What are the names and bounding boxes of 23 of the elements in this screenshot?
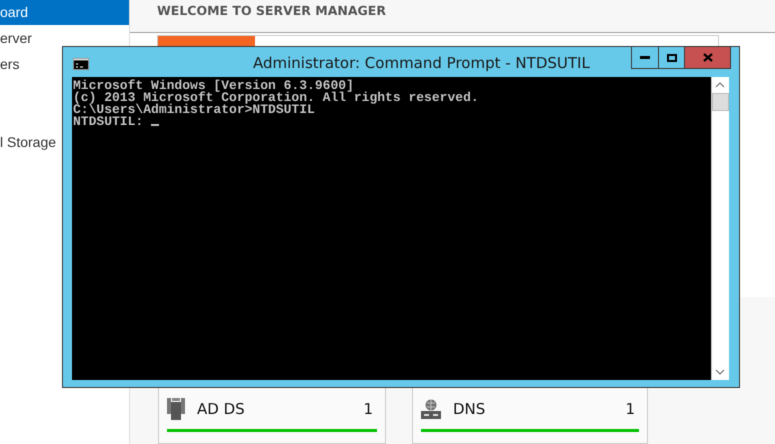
tile-count: 1 — [363, 400, 373, 418]
tile-title: AD DS — [197, 400, 246, 418]
console-line: C:\Users\Administrator>NTDSUTIL — [73, 102, 315, 117]
sidebar-item[interactable]: ers — [0, 52, 20, 77]
text-cursor — [151, 124, 160, 126]
tile-title: DNS — [453, 400, 486, 418]
console-icon — [73, 58, 89, 70]
minimize-icon — [640, 56, 650, 59]
sidebar-item[interactable]: erver — [0, 26, 32, 51]
console-prompt: NTDSUTIL: — [73, 114, 144, 129]
page-title: WELCOME TO SERVER MANAGER — [157, 3, 386, 18]
close-button[interactable] — [684, 47, 730, 68]
console-line: Microsoft Windows [Version 6.3.9600] — [73, 78, 354, 93]
maximize-icon — [666, 54, 676, 62]
globe-server-icon — [421, 399, 441, 419]
sidebar-item[interactable]: l Storage — [0, 130, 56, 155]
sidebar-item[interactable]: oard — [0, 0, 129, 25]
server-stack-icon — [167, 398, 185, 420]
tile-count: 1 — [625, 400, 635, 418]
close-icon — [702, 53, 712, 62]
scroll-thumb[interactable] — [712, 93, 729, 111]
window-title: Administrator: Command Prompt - NTDSUTIL — [253, 54, 590, 72]
scrollbar[interactable] — [711, 77, 729, 380]
